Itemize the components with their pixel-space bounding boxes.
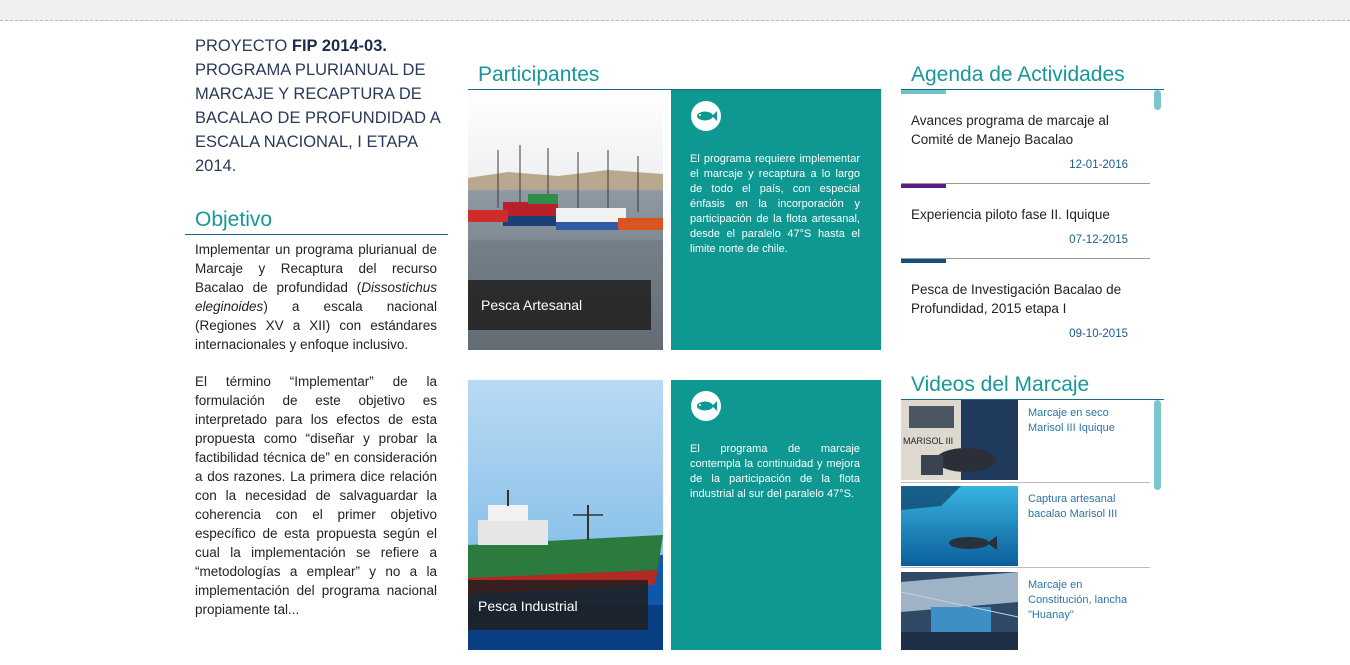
project-name: PROGRAMA PLURIANUAL DE MARCAJE Y RECAPTU… <box>195 61 440 175</box>
agenda-heading: Agenda de Actividades <box>911 63 1125 86</box>
video-link-2[interactable]: Captura artesanal bacalao Marisol III <box>1028 492 1143 522</box>
video-link-3[interactable]: Marcaje en Constitución, lancha "Huanay" <box>1028 578 1143 623</box>
artisanal-description: El programa requiere implementar el marc… <box>690 153 860 255</box>
video-thumbnail-3[interactable] <box>901 572 1018 650</box>
agenda-accent-1 <box>901 90 946 94</box>
objective-body: Implementar un programa plurianual de Ma… <box>195 240 437 637</box>
agenda-accent-3 <box>901 259 946 263</box>
video-separator <box>901 567 1150 568</box>
video-thumb-hull-text: MARISOL III <box>903 436 953 446</box>
artisanal-caption-text: Pesca Artesanal <box>481 297 583 313</box>
agenda-accent-2 <box>901 184 946 188</box>
agenda-date-1: 12-01-2016 <box>1069 159 1128 171</box>
participants-heading: Participantes <box>478 63 600 86</box>
videos-scrollbar-thumb[interactable] <box>1154 400 1161 490</box>
project-title: PROYECTO FIP 2014-03. PROGRAMA PLURIANUA… <box>195 34 440 178</box>
project-prefix: PROYECTO <box>195 37 292 55</box>
agenda-item-2[interactable]: Experiencia piloto fase II. Iquique <box>911 205 1136 224</box>
video-separator <box>901 482 1150 483</box>
agenda-item-1[interactable]: Avances programa de marcaje al Comité de… <box>911 111 1136 149</box>
industrial-info-panel: El programa de marcaje contempla la cont… <box>671 380 881 650</box>
agenda-date-3: 09-10-2015 <box>1069 328 1128 340</box>
fish-logo-icon <box>691 391 721 421</box>
videos-heading: Videos del Marcaje <box>911 373 1090 396</box>
industrial-caption-text: Pesca Industrial <box>478 598 578 614</box>
browser-top-strip <box>0 0 1350 21</box>
objective-paragraph-2: El término “Implementar” de la formulaci… <box>195 374 437 617</box>
video-link-1[interactable]: Marcaje en seco Marisol III Iquique <box>1028 406 1143 436</box>
industrial-caption[interactable]: Pesca Industrial <box>468 580 648 630</box>
objective-paragraph-1: Implementar un programa plurianual de Ma… <box>195 240 437 354</box>
video-thumbnail-1[interactable]: MARISOL III <box>901 400 1018 480</box>
industrial-description: El programa de marcaje contempla la cont… <box>690 443 860 500</box>
agenda-item-3[interactable]: Pesca de Investigación Bacalao de Profun… <box>911 280 1136 318</box>
fish-logo-icon <box>691 101 721 131</box>
artisanal-caption[interactable]: Pesca Artesanal <box>468 280 651 330</box>
agenda-scrollbar-thumb[interactable] <box>1154 90 1161 110</box>
project-code: FIP 2014-03. <box>291 37 387 55</box>
objective-rule <box>185 234 448 235</box>
video-thumbnail-2[interactable] <box>901 486 1018 566</box>
artisanal-info-panel: El programa requiere implementar el marc… <box>671 90 881 350</box>
objective-heading: Objetivo <box>195 208 273 231</box>
agenda-date-2: 07-12-2015 <box>1069 234 1128 246</box>
